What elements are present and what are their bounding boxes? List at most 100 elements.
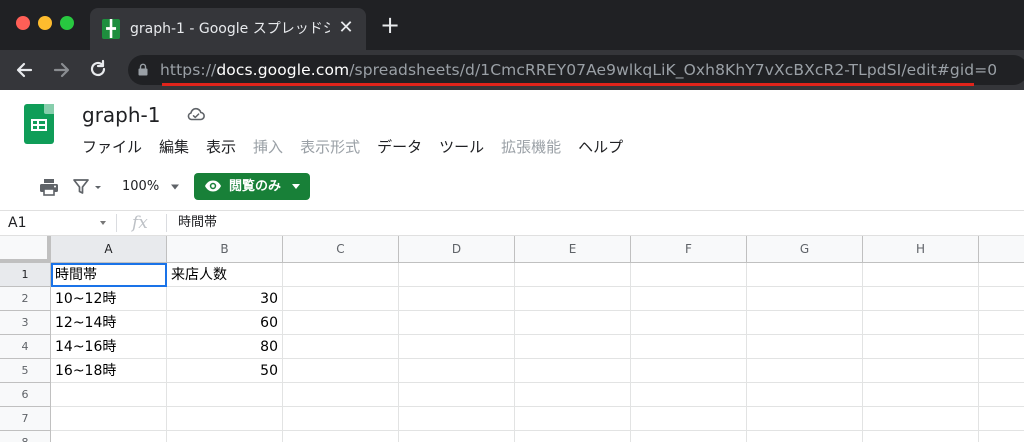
cell[interactable] (863, 359, 979, 383)
cell[interactable] (863, 263, 979, 287)
cell[interactable] (515, 407, 631, 431)
forward-arrow-icon[interactable] (48, 56, 76, 84)
reload-icon[interactable] (84, 56, 112, 84)
cell[interactable] (283, 263, 399, 287)
row-header[interactable]: 5 (0, 359, 51, 383)
cell[interactable] (167, 383, 283, 407)
cell[interactable] (747, 359, 863, 383)
column-header[interactable]: G (747, 236, 863, 263)
cell[interactable] (747, 287, 863, 311)
cell[interactable] (283, 431, 399, 442)
browser-tab[interactable]: ╋ graph-1 - Google スプレッドシート ✕ (90, 8, 366, 50)
selected-cell[interactable]: 時間帯 (51, 263, 167, 287)
cell[interactable] (631, 407, 747, 431)
column-header[interactable]: C (283, 236, 399, 263)
cell[interactable] (283, 407, 399, 431)
cell[interactable]: 50 (167, 359, 283, 383)
cell[interactable] (631, 263, 747, 287)
cell[interactable] (515, 263, 631, 287)
menu-item[interactable]: 表示 (206, 136, 236, 160)
cell[interactable] (283, 383, 399, 407)
cell[interactable] (399, 359, 515, 383)
url-bar[interactable]: https://docs.google.com/spreadsheets/d/1… (128, 55, 1024, 85)
row-header[interactable]: 6 (0, 383, 51, 407)
cell[interactable] (399, 431, 515, 442)
menu-item[interactable]: ツール (439, 136, 484, 160)
cell[interactable] (979, 311, 1024, 335)
select-all-corner[interactable] (0, 236, 51, 263)
cell[interactable] (747, 383, 863, 407)
cell[interactable] (747, 431, 863, 442)
column-header[interactable]: A (51, 236, 167, 263)
column-header[interactable]: F (631, 236, 747, 263)
cell[interactable] (399, 383, 515, 407)
cell[interactable] (283, 287, 399, 311)
sheets-logo-icon[interactable] (24, 104, 54, 144)
cell[interactable] (631, 359, 747, 383)
cell[interactable]: 10~12時 (51, 287, 167, 311)
column-header[interactable]: E (515, 236, 631, 263)
cell[interactable]: 60 (167, 311, 283, 335)
cell[interactable]: 14~16時 (51, 335, 167, 359)
cell[interactable] (167, 407, 283, 431)
menu-item[interactable]: データ (377, 136, 422, 160)
cell[interactable]: 80 (167, 335, 283, 359)
cloud-saved-icon[interactable] (186, 106, 206, 122)
column-header[interactable] (979, 236, 1024, 263)
row-header[interactable]: 7 (0, 407, 51, 431)
cell[interactable] (979, 287, 1024, 311)
menu-item[interactable]: ファイル (82, 136, 142, 160)
zoom-dropdown-icon[interactable] (170, 184, 180, 190)
cell[interactable] (747, 263, 863, 287)
cell[interactable] (631, 311, 747, 335)
tab-close-icon[interactable]: ✕ (336, 18, 356, 38)
cell[interactable] (283, 311, 399, 335)
new-tab-button[interactable]: + (378, 13, 402, 38)
cell[interactable] (515, 311, 631, 335)
cell[interactable] (631, 383, 747, 407)
row-header[interactable]: 8 (0, 431, 51, 442)
cell[interactable] (51, 383, 167, 407)
cell[interactable] (283, 335, 399, 359)
cell[interactable] (979, 335, 1024, 359)
cell[interactable] (51, 407, 167, 431)
cell[interactable] (863, 335, 979, 359)
row-header[interactable]: 1 (0, 263, 51, 287)
cell[interactable] (399, 311, 515, 335)
print-icon[interactable] (38, 176, 60, 198)
cell[interactable] (979, 431, 1024, 442)
cell[interactable] (863, 383, 979, 407)
zoom-select[interactable]: 100% (122, 176, 159, 198)
row-header[interactable]: 2 (0, 287, 51, 311)
name-box[interactable]: A1 (8, 214, 26, 232)
cell[interactable] (979, 359, 1024, 383)
cell[interactable] (283, 359, 399, 383)
cell[interactable] (167, 431, 283, 442)
cell[interactable] (515, 383, 631, 407)
cell[interactable] (979, 263, 1024, 287)
cell[interactable] (51, 431, 167, 442)
spreadsheet-grid[interactable]: A B C D E F G H 1 時間帯 来店人数 2 10~12時 30 3 12~14時 60 4 14~16… (0, 236, 1024, 442)
cell[interactable] (631, 335, 747, 359)
menu-item[interactable]: 編集 (159, 136, 189, 160)
column-header[interactable]: H (863, 236, 979, 263)
cell[interactable] (515, 359, 631, 383)
menu-item[interactable]: ヘルプ (578, 136, 623, 160)
cell[interactable]: 30 (167, 287, 283, 311)
menu-item[interactable]: 表示形式 (300, 136, 360, 160)
cell[interactable] (979, 407, 1024, 431)
window-minimize-button[interactable] (38, 16, 52, 30)
cell[interactable] (863, 311, 979, 335)
cell[interactable] (863, 407, 979, 431)
document-title[interactable]: graph-1 (82, 102, 161, 128)
cell[interactable] (399, 263, 515, 287)
cell[interactable] (979, 383, 1024, 407)
cell[interactable] (399, 407, 515, 431)
cell[interactable] (747, 407, 863, 431)
cell[interactable] (747, 311, 863, 335)
row-header[interactable]: 4 (0, 335, 51, 359)
cell[interactable]: 12~14時 (51, 311, 167, 335)
cell[interactable]: 来店人数 (167, 263, 283, 287)
cell[interactable] (515, 287, 631, 311)
row-header[interactable]: 3 (0, 311, 51, 335)
